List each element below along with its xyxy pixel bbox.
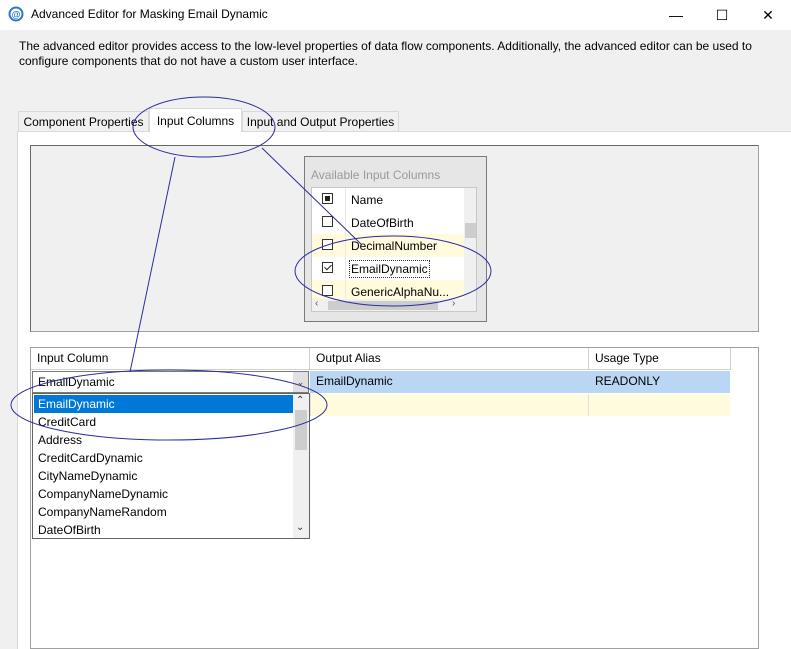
dropdown-option[interactable]: CompanyNameDynamic <box>34 485 294 503</box>
tab-component-properties[interactable]: Component Properties <box>18 111 149 131</box>
tab-label: Input and Output Properties <box>246 114 395 129</box>
minimize-button[interactable]: — <box>653 0 699 30</box>
scroll-left-icon[interactable]: ‹ <box>315 298 318 309</box>
output-alias-header[interactable]: Output Alias <box>310 348 589 370</box>
tab-input-columns[interactable]: Input Columns <box>149 108 242 132</box>
list-item[interactable]: DecimalNumber <box>312 234 464 257</box>
maximize-icon: ☐ <box>715 6 729 23</box>
dropdown-option[interactable]: CreditCardDynamic <box>34 449 294 467</box>
column-name: GenericAlphaNu... <box>351 285 450 299</box>
list-header: Name <box>312 188 464 211</box>
dropdown-option[interactable]: EmailDynamic <box>34 395 294 413</box>
column-checkbox[interactable] <box>322 216 333 227</box>
new-row[interactable] <box>310 394 730 416</box>
tab-label: Input Columns <box>156 113 235 128</box>
tab-input-output-properties[interactable]: Input and Output Properties <box>242 111 399 131</box>
dropdown-option[interactable]: CompanyNameRandom <box>34 503 294 521</box>
column-name: DateOfBirth <box>351 216 414 230</box>
column-name: DecimalNumber <box>351 239 438 253</box>
usage-type-header[interactable]: Usage Type <box>589 348 731 370</box>
window-title: Advanced Editor for Masking Email Dynami… <box>31 7 268 21</box>
dropdown-option[interactable]: CreditCard <box>34 413 294 431</box>
column-name: EmailDynamic <box>349 260 430 278</box>
column-checkbox[interactable] <box>322 239 333 250</box>
list-item[interactable]: DateOfBirth <box>312 211 464 234</box>
vertical-scrollbar[interactable] <box>464 188 476 299</box>
app-icon: @ <box>8 6 24 22</box>
list-item[interactable]: EmailDynamic <box>312 257 464 280</box>
svg-text:@: @ <box>12 10 21 20</box>
output-alias-cell[interactable]: EmailDynamic <box>310 371 589 393</box>
input-column-header[interactable]: Input Column <box>31 348 310 370</box>
maximize-button[interactable]: ☐ <box>699 0 745 30</box>
chevron-up-icon[interactable]: ⌃ <box>296 395 304 406</box>
input-column-combo[interactable]: EmailDynamic ⌄ <box>32 371 309 393</box>
column-checkbox[interactable] <box>322 285 333 296</box>
dropdown-scrollbar[interactable]: ⌃ ⌄ <box>293 394 309 538</box>
minimize-icon: — <box>669 7 683 23</box>
row-divider <box>588 394 589 416</box>
available-input-columns-list: Name DateOfBirth DecimalNumber EmailDyna… <box>311 187 477 312</box>
scroll-right-icon[interactable]: › <box>452 298 455 309</box>
chevron-down-icon[interactable]: ⌄ <box>296 522 304 533</box>
chevron-down-icon[interactable]: ⌄ <box>293 372 308 392</box>
input-column-dropdown[interactable]: EmailDynamic CreditCard Address CreditCa… <box>32 393 310 539</box>
dropdown-option[interactable]: DateOfBirth <box>34 521 294 538</box>
available-input-columns-title: Available Input Columns <box>311 168 441 182</box>
usage-type-cell[interactable]: READONLY <box>589 371 730 393</box>
select-all-checkbox[interactable] <box>322 193 333 204</box>
horizontal-scrollbar[interactable]: ‹ › <box>312 298 476 311</box>
name-column-header: Name <box>351 193 384 207</box>
tab-label: Component Properties <box>23 114 144 129</box>
scroll-thumb[interactable] <box>295 410 307 450</box>
dropdown-option[interactable]: Address <box>34 431 294 449</box>
dropdown-option[interactable]: CityNameDynamic <box>34 467 294 485</box>
close-button[interactable]: ✕ <box>745 0 791 30</box>
combo-value: EmailDynamic <box>38 375 115 389</box>
column-checkbox[interactable] <box>322 262 333 273</box>
close-icon: ✕ <box>762 6 774 23</box>
description-text: The advanced editor provides access to t… <box>19 39 752 68</box>
